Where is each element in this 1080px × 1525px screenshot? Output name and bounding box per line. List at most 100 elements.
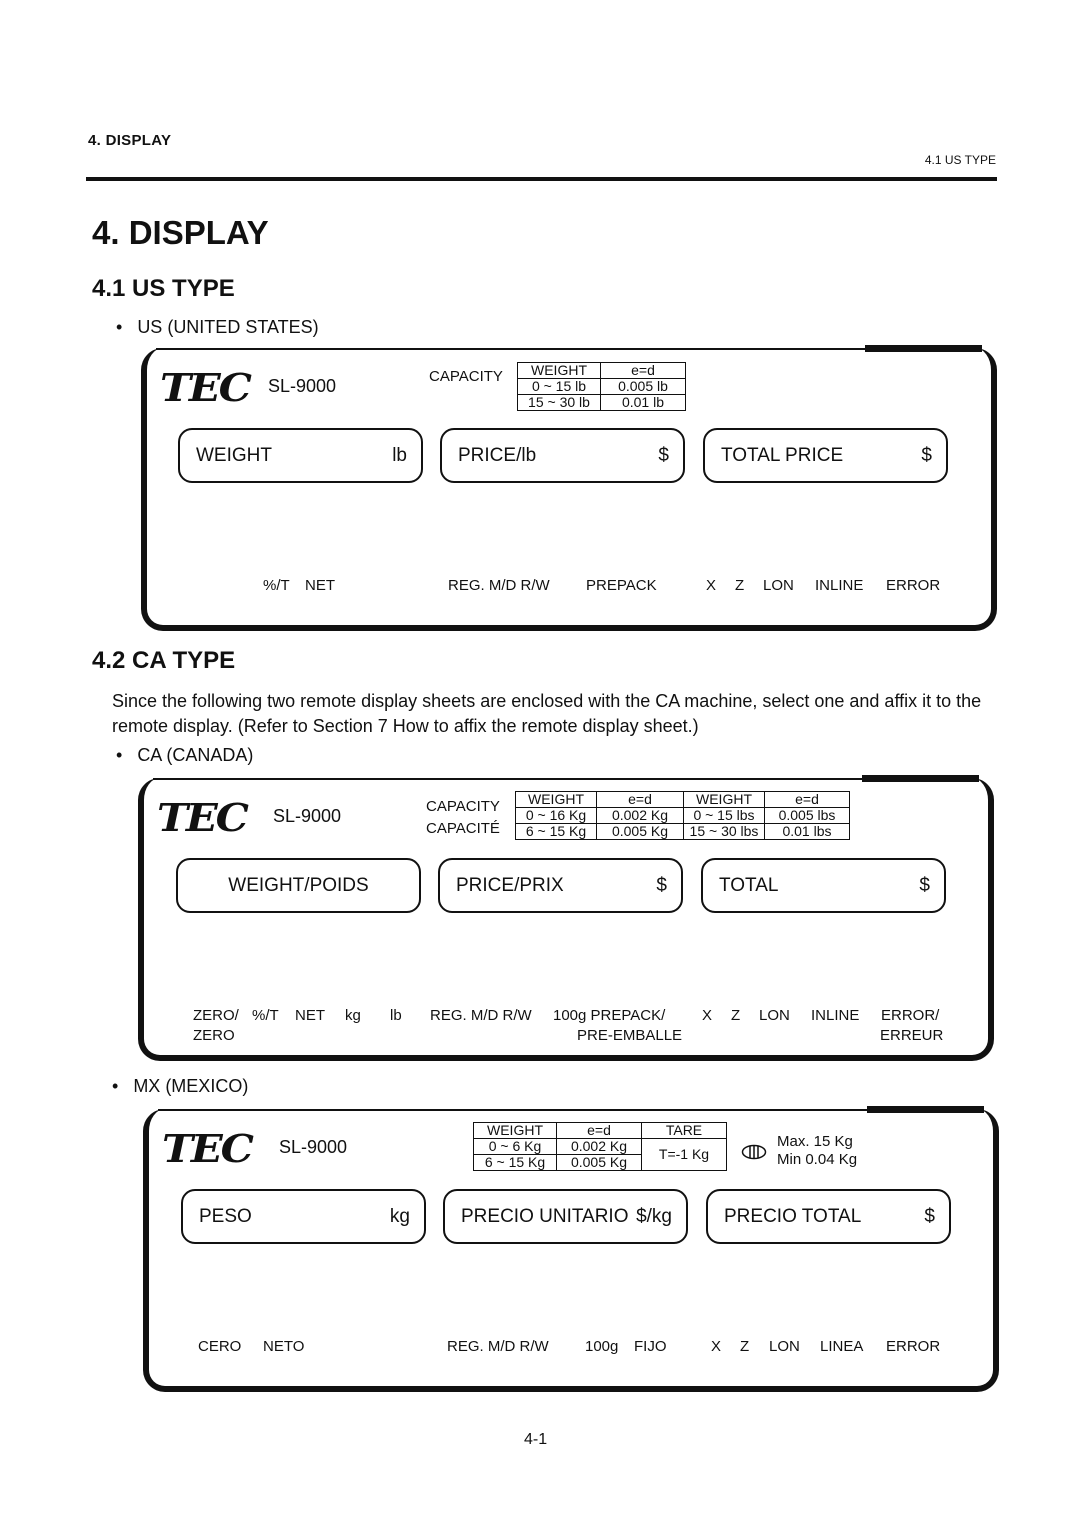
table-cell: 0 ~ 6 Kg bbox=[473, 1138, 557, 1155]
box-label: WEIGHT/POIDS bbox=[228, 875, 369, 896]
indicator: NET bbox=[305, 577, 335, 594]
table-cell: 15 ~ 30 lb bbox=[517, 394, 601, 411]
page-title: 4. DISPLAY bbox=[92, 214, 269, 251]
box-label: TOTAL bbox=[719, 875, 779, 896]
header-rule bbox=[86, 177, 997, 181]
box-label: WEIGHT bbox=[196, 445, 272, 466]
us-heading: 4.1 US TYPE bbox=[92, 275, 235, 302]
table-cell: WEIGHT bbox=[473, 1122, 557, 1139]
capacity-label: CAPACITY bbox=[429, 368, 503, 385]
box-label: PESO bbox=[199, 1206, 252, 1227]
table-cell: 0.005 lbs bbox=[764, 807, 850, 824]
indicator: LINEA bbox=[820, 1338, 864, 1355]
box-unit: $ bbox=[658, 445, 669, 466]
table-cell: e=d bbox=[764, 791, 850, 808]
ca-heading: 4.2 CA TYPE bbox=[92, 647, 236, 674]
tec-logo: TEC bbox=[157, 795, 249, 840]
table-cell: 0.002 Kg bbox=[596, 807, 684, 824]
indicator: LON bbox=[763, 577, 794, 594]
box-unit: $ bbox=[656, 875, 667, 896]
indicator: 100g PREPACK/ bbox=[553, 1007, 666, 1024]
box-label: PRICE/lb bbox=[458, 445, 537, 466]
indicator: FIJO bbox=[634, 1338, 667, 1355]
table-cell: e=d bbox=[600, 362, 686, 379]
indicator: PREPACK bbox=[586, 577, 657, 594]
box-unit: $/kg bbox=[636, 1206, 672, 1227]
min-capacity: Min 0.04 Kg bbox=[777, 1151, 858, 1168]
capacity-table: WEIGHT e=d TARE 0 ~ 6 Kg 0.002 Kg T=-1 Kg 6 … bbox=[473, 1122, 727, 1171]
indicator: ERROR bbox=[886, 1338, 941, 1355]
indicator: ZERO/ bbox=[193, 1007, 239, 1024]
box-label: TOTAL PRICE bbox=[721, 445, 844, 466]
weight-display: WEIGHT/POIDS bbox=[176, 858, 421, 913]
max-capacity: Max. 15 Kg bbox=[777, 1133, 853, 1150]
model-label: SL-9000 bbox=[279, 1137, 348, 1157]
us-bullet-text: US (UNITED STATES) bbox=[137, 317, 319, 337]
table-cell: 0.01 lb bbox=[600, 394, 686, 411]
indicator: ERROR/ bbox=[881, 1007, 940, 1024]
indicator: LON bbox=[769, 1338, 800, 1355]
indicator: Z bbox=[731, 1007, 741, 1024]
price-display: PRICE/PRIX $ bbox=[438, 858, 683, 913]
tec-logo: TEC bbox=[162, 1126, 254, 1171]
indicator: CERO bbox=[198, 1338, 242, 1355]
ca-paragraph: Since the following two remote display s… bbox=[112, 691, 982, 736]
table-cell: 6 ~ 15 Kg bbox=[515, 823, 597, 840]
total-display: TOTAL $ bbox=[701, 858, 946, 913]
indicator: INLINE bbox=[815, 577, 864, 594]
table-cell: 0 ~ 16 Kg bbox=[515, 807, 597, 824]
table-cell: 0.005 lb bbox=[600, 378, 686, 395]
box-unit: lb bbox=[392, 445, 407, 466]
indicator: %/T bbox=[263, 577, 290, 594]
weight-display: PESO kg bbox=[181, 1189, 426, 1244]
table-cell: e=d bbox=[556, 1122, 642, 1139]
indicator: X bbox=[711, 1338, 722, 1355]
indicator: 100g bbox=[585, 1338, 619, 1355]
total-price-display: PRECIO TOTAL $ bbox=[706, 1189, 951, 1244]
indicator: INLINE bbox=[811, 1007, 860, 1024]
mx-bullet: • MX (MEXICO) bbox=[112, 1076, 249, 1096]
capacity-table: WEIGHT e=d WEIGHT e=d 0 ~ 16 Kg 0.002 Kg 0 ~ … bbox=[515, 791, 850, 840]
table-cell: 0.005 Kg bbox=[556, 1154, 642, 1171]
indicator: NETO bbox=[263, 1338, 305, 1355]
page-number: 4-1 bbox=[524, 1431, 548, 1448]
table-cell: e=d bbox=[596, 791, 684, 808]
capacity-label: CAPACITY bbox=[426, 798, 500, 815]
indicator: ERROR bbox=[886, 577, 941, 594]
price-display: PRICE/lb $ bbox=[440, 428, 685, 483]
table-cell: TARE bbox=[641, 1122, 727, 1139]
indicator: REG. M/D R/W bbox=[430, 1007, 532, 1024]
table-cell: 0 ~ 15 lb bbox=[517, 378, 601, 395]
indicator: Z bbox=[735, 577, 745, 594]
indicator: lb bbox=[390, 1007, 402, 1024]
capacity-label-fr: CAPACITÉ bbox=[426, 820, 500, 837]
indicator: kg bbox=[345, 1007, 361, 1024]
total-price-display: TOTAL PRICE $ bbox=[703, 428, 948, 483]
box-unit: $ bbox=[924, 1206, 935, 1227]
model-label: SL-9000 bbox=[268, 376, 337, 396]
table-cell: 0.005 Kg bbox=[596, 823, 684, 840]
indicator: ZERO bbox=[193, 1027, 235, 1044]
table-cell: WEIGHT bbox=[517, 362, 601, 379]
table-cell: 0 ~ 15 lbs bbox=[683, 807, 765, 824]
box-unit: kg bbox=[389, 1206, 410, 1227]
running-header-section: 4. DISPLAY bbox=[88, 132, 172, 149]
running-header-subsection: 4.1 US TYPE bbox=[924, 153, 996, 167]
us-bullet: • US (UNITED STATES) bbox=[116, 317, 319, 337]
ca-bullet: • CA (CANADA) bbox=[116, 745, 254, 765]
box-label: PRICE/PRIX bbox=[456, 875, 564, 896]
tec-logo: TEC bbox=[160, 365, 252, 410]
indicator: PRE-EMBALLE bbox=[577, 1027, 683, 1044]
indicator: %/T bbox=[252, 1007, 279, 1024]
unit-price-display: PRECIO UNITARIO $/kg bbox=[443, 1189, 688, 1244]
table-cell: 15 ~ 30 lbs bbox=[683, 823, 765, 840]
indicator: Z bbox=[740, 1338, 750, 1355]
ca-bullet-text: CA (CANADA) bbox=[137, 745, 254, 765]
indicator: X bbox=[702, 1007, 713, 1024]
box-label: PRECIO UNITARIO bbox=[461, 1206, 629, 1227]
table-cell: T=-1 Kg bbox=[641, 1138, 727, 1171]
weight-display: WEIGHT lb bbox=[178, 428, 423, 483]
table-cell: 0.002 Kg bbox=[556, 1138, 642, 1155]
indicator: REG. M/D R/W bbox=[448, 577, 550, 594]
table-cell: 6 ~ 15 Kg bbox=[473, 1154, 557, 1171]
